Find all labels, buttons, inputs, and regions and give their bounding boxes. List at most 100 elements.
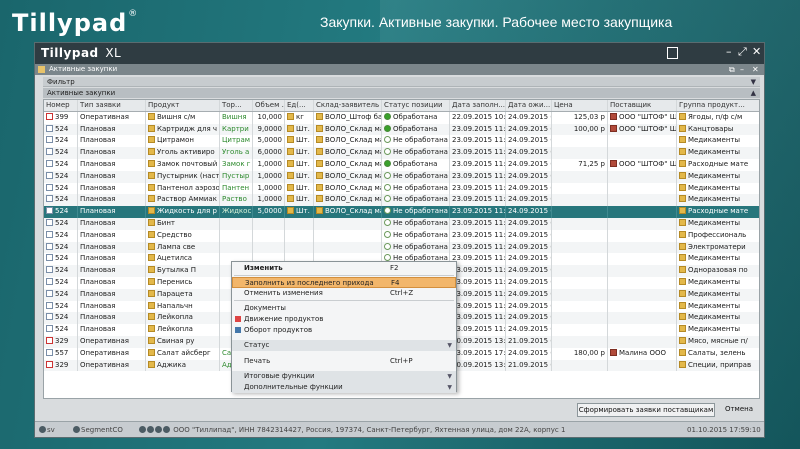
active-purchases-header[interactable]: Активные закупки ▲: [43, 88, 760, 98]
column-header[interactable]: Номер: [44, 100, 78, 111]
table-header: Номер Тип заявки Продукт Тор... Объем ... Ед(…: [44, 100, 759, 112]
table-cell: 524: [44, 288, 78, 301]
table-cell: 524: [44, 300, 78, 313]
restore-icon[interactable]: ⧉: [729, 64, 735, 75]
menu-item-totals[interactable]: Итоговые функции ▼: [232, 371, 456, 382]
filter-panel[interactable]: Фильтр ▼: [43, 77, 760, 87]
table-cell: [608, 147, 677, 159]
cell-text: 23.09.2015 11:5: [452, 160, 506, 168]
table-row[interactable]: 524 Плановая Лампа све Не обработана 23.09.2…: [44, 241, 759, 254]
folder-icon: [679, 136, 686, 144]
column-header[interactable]: Статус позиции: [382, 100, 450, 111]
table-row[interactable]: 524 Плановая Пустырник (наст Пустыр 1,0000 Шт…: [44, 170, 759, 183]
table-row[interactable]: 524 Плановая Цитрамон Цитрам 5,0000 Шт. ВОЛО_С…: [44, 135, 759, 148]
menu-item-fill-from-last-receipt[interactable]: Заполнить из последнего прихода F4: [232, 277, 456, 288]
cell-text: Картри: [222, 124, 249, 133]
table-row[interactable]: 524 Плановая Пантенол аэрозо Пантен 1,0000 Шт…: [44, 182, 759, 195]
table-cell: [608, 194, 677, 207]
cell-text: 524: [55, 289, 69, 298]
cell-text: Медикаменты: [688, 301, 741, 310]
table-cell: [552, 312, 608, 325]
menu-item-edit[interactable]: Изменить F2: [232, 263, 456, 274]
column-header[interactable]: Ед(...: [285, 100, 314, 111]
table-cell: Мясо, мясные п/: [677, 336, 759, 348]
cell-text: Пустыр: [222, 171, 250, 180]
document-icon[interactable]: [667, 47, 678, 59]
column-header[interactable]: Дата ожи...: [506, 100, 552, 111]
cell-text: Плановая: [80, 242, 116, 251]
menu-item-extra-functions[interactable]: Дополнительные функции ▼: [232, 382, 456, 393]
cell-text: 24.09.2015 (: [508, 301, 552, 310]
chevron-up-icon[interactable]: ▲: [751, 88, 756, 98]
status-icon: [384, 112, 391, 120]
chevron-down-icon[interactable]: ▼: [751, 77, 756, 87]
table-row[interactable]: 524 Плановая Картридж для ч Картри 9,0000 Шт.…: [44, 123, 759, 136]
column-header[interactable]: Объем ...: [253, 100, 285, 111]
table-cell: Перенись: [146, 277, 220, 289]
cell-text: 399: [55, 112, 69, 121]
table-row[interactable]: 524 Плановая Жидкость для р Жидкос 5,0000 Шт.…: [44, 206, 759, 218]
column-header[interactable]: Поставщик: [608, 100, 677, 111]
cell-text: Расходные мате: [688, 207, 749, 216]
column-header[interactable]: Склад-заявитель: [314, 100, 382, 111]
folder-icon: [679, 230, 686, 238]
menu-item-product-movement[interactable]: Движение продуктов: [232, 314, 456, 325]
table-cell: [552, 218, 608, 230]
column-header[interactable]: Дата заполн...: [450, 100, 506, 111]
column-header[interactable]: Тип заявки: [78, 100, 146, 111]
minimize-icon[interactable]: –: [726, 46, 732, 58]
table-cell: ВОЛО_Склад ма: [314, 135, 382, 148]
cell-text: Медикаменты: [688, 313, 741, 322]
cell-text: 22.09.2015 10:4: [452, 112, 506, 121]
cell-text: 23.09.2015 11:5: [452, 195, 506, 204]
cell-text: Специи, приправ: [688, 360, 752, 369]
cell-text: Медикаменты: [688, 289, 741, 298]
table-cell: Электроматери: [677, 242, 759, 254]
folder-icon: [679, 171, 686, 179]
table-cell: 23.09.2015 11:5: [450, 123, 506, 136]
table-row[interactable]: 524 Плановая Замок почтовый Замок г 1,0000 Шт…: [44, 159, 759, 171]
folder-icon: [316, 124, 323, 132]
table-row[interactable]: 524 Плановая Раствор Аммиак Раство 1,0000 Шт.…: [44, 194, 759, 207]
cell-text: Шт.: [296, 207, 310, 216]
cell-text: ВОЛО_Склад ма: [325, 207, 382, 216]
table-cell: [552, 359, 608, 372]
cancel-button[interactable]: Отмена: [719, 403, 759, 417]
column-header[interactable]: Цена: [552, 100, 608, 111]
column-header[interactable]: Продукт: [146, 100, 220, 111]
table-cell: Шт.: [285, 135, 314, 148]
table-cell: Плановая: [78, 265, 146, 277]
menu-item-product-turnover[interactable]: Оборот продуктов: [232, 325, 456, 336]
tab-title[interactable]: Активные закупки: [49, 65, 117, 73]
cell-text: 329: [55, 337, 69, 345]
maximize-icon[interactable]: ⤢: [738, 46, 747, 58]
table-row[interactable]: 399 Оперативная Вишня с/м Вишня 10,000 кг ВОЛО…: [44, 111, 759, 124]
table-row[interactable]: 524 Плановая Бинт Не обработана 23.09.2015 1…: [44, 218, 759, 230]
close-tab-icon[interactable]: ✕: [752, 64, 759, 75]
folder-icon: [287, 112, 294, 120]
column-header[interactable]: Тор...: [220, 100, 253, 111]
menu-item-print[interactable]: Печать Ctrl+P: [232, 356, 456, 367]
table-row[interactable]: 524 Плановая Средство Не обработана 23.09.20…: [44, 229, 759, 242]
cell-text: Плановая: [80, 289, 116, 298]
table-cell: 24.09.2015 (: [506, 170, 552, 183]
table-cell: Плановая: [78, 324, 146, 336]
close-icon[interactable]: ✕: [752, 46, 761, 58]
menu-item-undo[interactable]: Отменить изменения Ctrl+Z: [232, 288, 456, 299]
cell-text: ООО "ШТОФ" ШТ: [619, 124, 677, 133]
table-row[interactable]: 524 Плановая Уголь активиро Уголь а 6,0000 Шт…: [44, 147, 759, 159]
document-icon: [46, 183, 53, 191]
table-cell: ООО "ШТОФ" ШТ: [608, 159, 677, 171]
table-cell: Уголь активиро: [146, 147, 220, 159]
cell-text: Лампа све: [157, 242, 196, 251]
document-icon: [46, 278, 53, 285]
menu-item-status[interactable]: Статус ▼: [232, 340, 456, 351]
cell-text: Медикаменты: [688, 325, 741, 334]
minimize-tab-icon[interactable]: –: [740, 64, 744, 75]
menu-item-documents[interactable]: Документы: [232, 303, 456, 314]
folder-icon: [316, 183, 323, 191]
cell-text: 24.09.2015 (: [508, 148, 552, 157]
cell-text: 524: [55, 313, 69, 322]
form-supplier-orders-button[interactable]: Сформировать заявки поставщикам: [577, 403, 715, 417]
column-header[interactable]: Группа продукт...: [677, 100, 759, 111]
